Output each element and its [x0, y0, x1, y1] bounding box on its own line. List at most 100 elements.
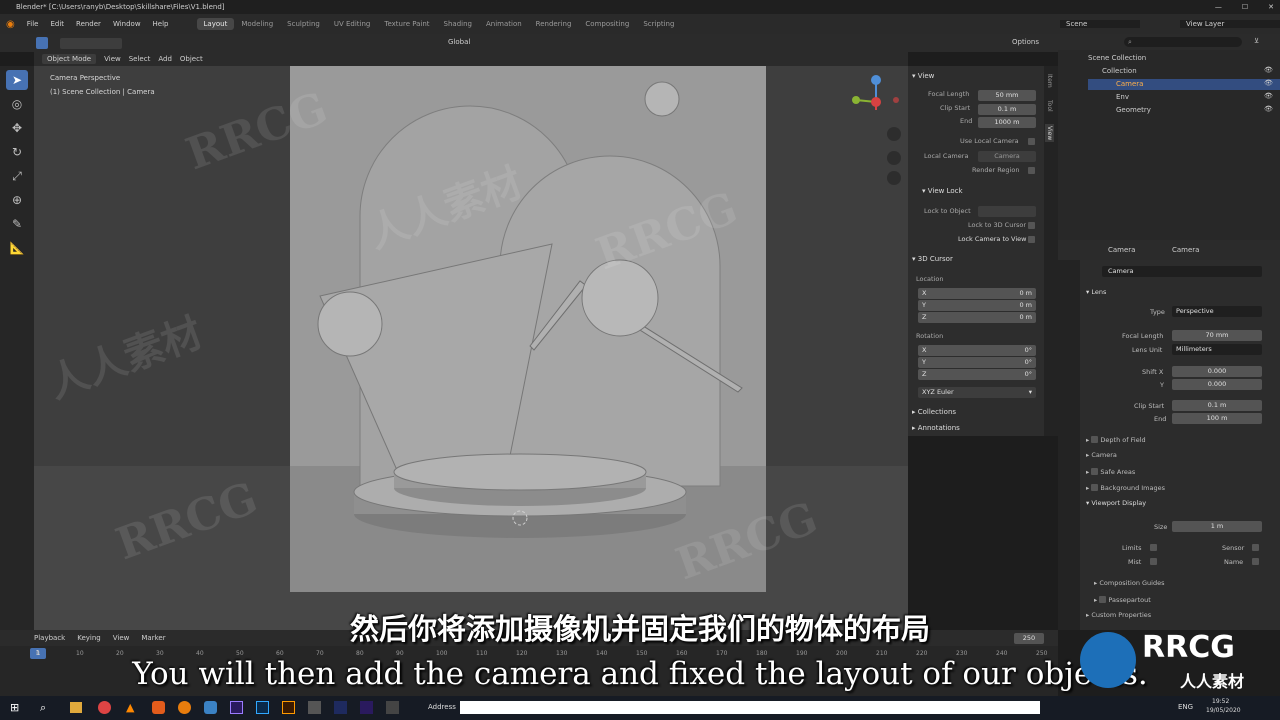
outliner-item-collection[interactable]: Collection [1102, 67, 1137, 75]
mist-checkbox[interactable] [1150, 558, 1157, 565]
maximize-icon[interactable]: ☐ [1242, 0, 1248, 14]
tab-uv-editing[interactable]: UV Editing [327, 18, 378, 30]
composition-guides-header[interactable]: ▸ Composition Guides [1094, 579, 1164, 587]
mode-dropdown[interactable]: Object Mode [42, 54, 97, 64]
mode-buttons[interactable] [60, 38, 122, 49]
lock-camera-to-view-checkbox[interactable] [1028, 236, 1035, 243]
language-indicator[interactable]: ENG [1178, 703, 1193, 711]
3d-viewport[interactable]: Camera Perspective (1) Scene Collection … [34, 66, 908, 630]
shift-x-field[interactable]: 0.000 [1172, 366, 1262, 377]
cursor-icon[interactable]: ◎ [6, 94, 28, 114]
address-bar-input[interactable] [460, 701, 1040, 714]
viewport-menu-view[interactable]: View [104, 55, 121, 63]
tab-tool[interactable]: Tool [1046, 100, 1053, 112]
tab-rendering[interactable]: Rendering [529, 18, 579, 30]
rotation-mode-dropdown[interactable]: XYZ Euler ▾ [918, 387, 1036, 398]
limits-checkbox[interactable] [1150, 544, 1157, 551]
app-icon[interactable] [360, 701, 373, 714]
view-lock-header[interactable]: ▾ View Lock [922, 187, 963, 195]
outliner-scene-collection[interactable]: Scene Collection [1088, 54, 1146, 62]
lock-to-object-field[interactable] [978, 206, 1036, 217]
render-region-checkbox[interactable] [1028, 167, 1035, 174]
tab-sculpting[interactable]: Sculpting [280, 18, 327, 30]
after-effects-icon[interactable] [230, 701, 243, 714]
blender-taskbar-icon[interactable] [178, 701, 191, 714]
cursor-loc-y[interactable]: Y0 m [918, 300, 1036, 311]
cursor-loc-z[interactable]: Z0 m [918, 312, 1036, 323]
eye-icon[interactable]: 👁 [1264, 105, 1273, 113]
app-icon[interactable] [152, 701, 165, 714]
depth-of-field-header[interactable]: ▸ Depth of Field [1086, 435, 1146, 444]
measure-icon[interactable]: 📐 [6, 238, 28, 258]
select-mode-icon[interactable] [36, 37, 48, 49]
app-icon[interactable] [204, 701, 217, 714]
select-cursor-icon[interactable]: ➤ [6, 70, 28, 90]
background-images-header[interactable]: ▸ Background Images [1086, 483, 1165, 492]
menu-file[interactable]: File [21, 20, 45, 28]
annotations-header[interactable]: ▸ Annotations [912, 424, 960, 432]
camera-data-name-field[interactable]: Camera [1102, 266, 1262, 277]
outliner-item-geometry[interactable]: Geometry [1116, 106, 1151, 114]
safe-areas-header[interactable]: ▸ Safe Areas [1086, 467, 1135, 476]
view-clip-start-field[interactable]: 0.1 m [978, 104, 1036, 115]
outliner-item-env[interactable]: Env [1116, 93, 1129, 101]
illustrator-icon[interactable] [282, 701, 295, 714]
eye-icon[interactable]: 👁 [1264, 92, 1273, 100]
viewport-menu-select[interactable]: Select [129, 55, 151, 63]
app-icon[interactable] [334, 701, 347, 714]
cursor-rot-y[interactable]: Y 0° [918, 357, 1036, 368]
clip-start-field[interactable]: 0.1 m [1172, 400, 1262, 411]
options-dropdown[interactable]: Options [1012, 38, 1039, 46]
windows-start-icon[interactable]: ⊞ [10, 701, 19, 714]
use-local-camera-checkbox[interactable] [1028, 138, 1035, 145]
focal-length-field[interactable]: 70 mm [1172, 330, 1262, 341]
app-icon[interactable] [386, 701, 399, 714]
vlc-icon[interactable]: ▲ [126, 701, 134, 714]
tab-layout[interactable]: Layout [196, 18, 235, 30]
clip-end-field[interactable]: 100 m [1172, 413, 1262, 424]
viewport-display-header[interactable]: ▾ Viewport Display [1086, 499, 1146, 507]
menu-edit[interactable]: Edit [44, 20, 70, 28]
viewport-menu-add[interactable]: Add [158, 55, 172, 63]
lock-to-3d-cursor-checkbox[interactable] [1028, 222, 1035, 229]
navigation-gizmo[interactable] [848, 74, 908, 194]
view-panel-header[interactable]: ▾ View [912, 72, 934, 80]
display-size-field[interactable]: 1 m [1172, 521, 1262, 532]
view-focal-length-field[interactable]: 50 mm [978, 90, 1036, 101]
cursor-rot-z[interactable]: Z 0° [918, 369, 1036, 380]
viewport-menu-object[interactable]: Object [180, 55, 203, 63]
rotate-icon[interactable]: ↻ [6, 142, 28, 162]
passepartout-header[interactable]: ▸ Passepartout [1094, 595, 1151, 604]
tab-modeling[interactable]: Modeling [234, 18, 280, 30]
properties-tabs[interactable] [1058, 260, 1080, 630]
view-clip-end-field[interactable]: 1000 m [978, 117, 1036, 128]
transform-icon[interactable]: ⊕ [6, 190, 28, 210]
app-icon[interactable] [308, 701, 321, 714]
blender-logo-icon[interactable]: ◉ [0, 19, 21, 30]
local-camera-field[interactable]: Camera [978, 151, 1036, 162]
camera-header[interactable]: ▸ Camera [1086, 451, 1117, 459]
eye-icon[interactable]: 👁 [1264, 79, 1273, 87]
outliner-search-input[interactable]: ⌕ [1124, 37, 1242, 47]
tab-shading[interactable]: Shading [437, 18, 479, 30]
tab-texture-paint[interactable]: Texture Paint [377, 18, 436, 30]
close-icon[interactable]: ✕ [1268, 0, 1274, 14]
shift-y-field[interactable]: 0.000 [1172, 379, 1262, 390]
3d-cursor-header[interactable]: ▾ 3D Cursor [912, 255, 953, 263]
annotate-icon[interactable]: ✎ [6, 214, 28, 234]
scene-selector[interactable]: Scene [1060, 20, 1140, 28]
lens-type-dropdown[interactable]: Perspective [1172, 306, 1262, 317]
lens-header[interactable]: ▾ Lens [1086, 288, 1106, 296]
photoshop-icon[interactable] [256, 701, 269, 714]
cursor-loc-x[interactable]: X0 m [918, 288, 1036, 299]
search-icon[interactable]: ⌕ [40, 701, 46, 715]
filter-icon[interactable]: ⊻ [1254, 37, 1259, 45]
lens-unit-dropdown[interactable]: Millimeters [1172, 344, 1262, 355]
sensor-checkbox[interactable] [1252, 544, 1259, 551]
name-checkbox[interactable] [1252, 558, 1259, 565]
outliner-item-camera[interactable]: Camera [1116, 80, 1143, 88]
tab-compositing[interactable]: Compositing [578, 18, 636, 30]
chrome-icon[interactable] [98, 701, 111, 714]
tab-item[interactable]: Item [1046, 74, 1053, 88]
scale-icon[interactable]: ⤢ [6, 166, 28, 186]
